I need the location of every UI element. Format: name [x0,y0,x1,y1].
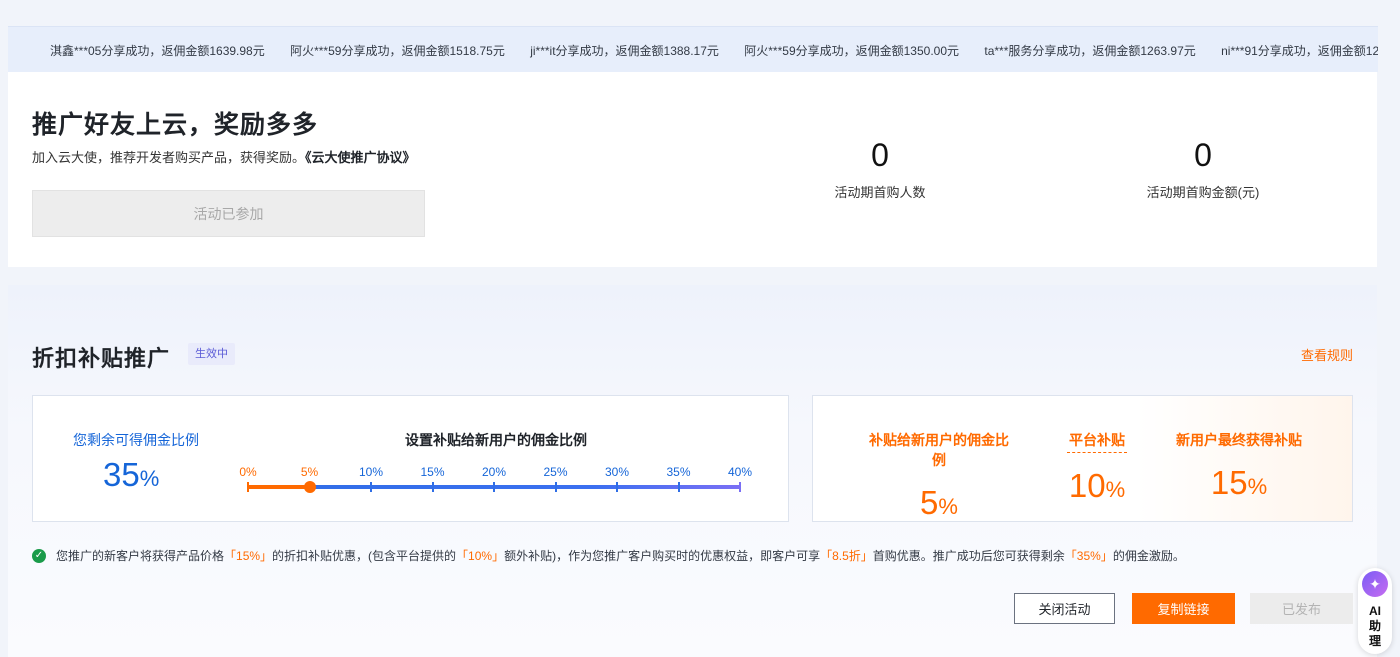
first-purchase-count-label: 活动期首购人数 [834,185,926,200]
slider-tick-label[interactable]: 25% [543,465,567,479]
promo-title: 推广好友上云，奖励多多 [32,111,319,139]
slider-tick-label[interactable]: 20% [482,465,506,479]
ai-assistant-widget[interactable]: ✦ AI助理 [1358,568,1392,654]
slider-track-fill [248,485,310,489]
slider-tick-mark [739,482,741,492]
ticker-item: ji***it分享成功，返佣金额1388.17元 [530,44,719,58]
slider-tick-mark [370,482,372,492]
slider-title: 设置补贴给新用户的佣金比例 [405,432,587,448]
ticker-item: 阿火***59分享成功，返佣金额1350.00元 [744,44,960,58]
platform-subsidy-label[interactable]: 平台补贴 [1067,430,1127,453]
subsidy-notice: ✓ 您推广的新客户将获得产品价格「15%」的折扣补贴优惠，(包含平台提供的「10… [32,547,1185,564]
slider-tick-mark [431,482,434,492]
notice-highlight: 「35%」 [1064,549,1113,563]
view-rules-link[interactable]: 查看规则 [1301,345,1353,364]
subsidy-to-new-user-label: 补贴给新用户的佣金比例 [869,432,1009,468]
first-purchase-amount-value: 0 [1123,138,1283,172]
notice-highlight: 「8.5折」 [820,549,873,563]
promo-card: 推广好友上云，奖励多多 加入云大使，推荐开发者购买产品，获得奖励。《云大使推广协… [8,72,1377,267]
notice-text: 您推广的新客户将获得产品价格「15%」的折扣补贴优惠，(包含平台提供的「10%」… [56,547,1185,564]
notice-part: 您推广的新客户将获得产品价格 [56,549,225,563]
slider-tick-label[interactable]: 30% [605,465,629,479]
platform-subsidy-value: 10% [1067,467,1127,505]
platform-number: 10 [1068,467,1106,504]
published-button[interactable]: 已发布 [1250,593,1353,624]
joined-button[interactable]: 活动已参加 [32,190,425,237]
ai-assistant-label: AI助理 [1368,604,1381,648]
first-purchase-count-stat: 0 活动期首购人数 [800,138,960,201]
notice-part: 额外补贴)，作为您推广客户购买时的优惠权益，即客户可享 [504,549,821,563]
subsidy-to-new-user-value: 5% [863,484,1015,522]
slider-tick-mark [677,482,680,492]
ai-sparkle-icon: ✦ [1362,571,1388,597]
slider-tick-label[interactable]: 40% [728,465,752,479]
subsidy-number: 5 [920,484,939,521]
notice-part: 首购优惠。推广成功后您可获得剩余 [872,549,1065,563]
percent-sign: % [938,494,958,519]
slider-tick-mark [493,482,495,492]
first-purchase-amount-label: 活动期首购金额(元) [1146,185,1260,200]
slider-tick-label[interactable]: 10% [359,465,383,479]
slider-tick-label[interactable]: 35% [666,465,690,479]
subsidy-to-new-user: 补贴给新用户的佣金比例 5% [863,430,1015,522]
final-subsidy-value: 15% [1175,464,1303,502]
final-subsidy: 新用户最终获得补贴 15% [1175,430,1303,502]
check-circle-icon: ✓ [32,548,46,563]
status-badge: 生效中 [188,343,235,365]
percent-sign: % [1247,474,1268,499]
ticker-track: 淇鑫***05分享成功，返佣金额1639.98元 阿火***59分享成功，返佣金… [50,42,1378,59]
slider-tick-mark [616,482,618,492]
section-title: 折扣补贴推广 [32,346,171,371]
ticker-item: 淇鑫***05分享成功，返佣金额1639.98元 [50,44,265,58]
slider-tick-label[interactable]: 0% [239,465,256,479]
slider-handle[interactable] [304,481,316,493]
notice-highlight: 「10%」 [456,549,505,563]
slider-tick-label[interactable]: 15% [420,465,444,479]
promo-desc-text: 加入云大使，推荐开发者购买产品，获得奖励。 [32,150,306,165]
percent-sign: % [1105,477,1126,502]
notice-part: 的佣金激励。 [1112,549,1185,563]
discount-subsidy-section: 折扣补贴推广 生效中 查看规则 您剩余可得佣金比例 35% 设置补贴给新用户的佣… [8,285,1377,657]
commission-ticker: 淇鑫***05分享成功，返佣金额1639.98元 阿火***59分享成功，返佣金… [8,26,1378,72]
close-activity-button[interactable]: 关闭活动 [1014,593,1115,624]
commission-setting-box: 您剩余可得佣金比例 35% 设置补贴给新用户的佣金比例 0% 5% 10% 15% 20… [32,395,789,522]
ticker-item: 阿火***59分享成功，返佣金额1518.75元 [290,44,505,58]
slider-tick-labels: 0% 5% 10% 15% 20% 25% 30% 35% 40% [33,465,788,481]
slider-tick-label[interactable]: 5% [301,465,318,479]
slider-tick-mark [247,482,249,492]
ticker-item: ni***91分享成功，返佣金额12 [1221,44,1378,58]
ticker-item: ta***服务分享成功，返佣金额1263.97元 [984,44,1196,58]
subsidy-summary-box: 补贴给新用户的佣金比例 5% 平台补贴 10% 新用户最终获得补贴 15% [812,395,1353,522]
first-purchase-amount-stat: 0 活动期首购金额(元) [1123,138,1283,201]
notice-highlight: 「15%」 [224,549,273,563]
notice-part: 的折扣补贴优惠，(包含平台提供的 [272,549,457,563]
promo-description: 加入云大使，推荐开发者购买产品，获得奖励。《云大使推广协议》 [32,147,416,166]
final-number: 15 [1210,464,1248,501]
slider-tick-mark [554,482,557,492]
agreement-link[interactable]: 《云大使推广协议》 [305,150,416,165]
remaining-commission-label: 您剩余可得佣金比例 [73,432,199,448]
copy-link-button[interactable]: 复制链接 [1132,593,1235,624]
first-purchase-count-value: 0 [800,138,960,172]
final-subsidy-label: 新用户最终获得补贴 [1176,432,1302,448]
platform-subsidy: 平台补贴 10% [1067,430,1127,505]
